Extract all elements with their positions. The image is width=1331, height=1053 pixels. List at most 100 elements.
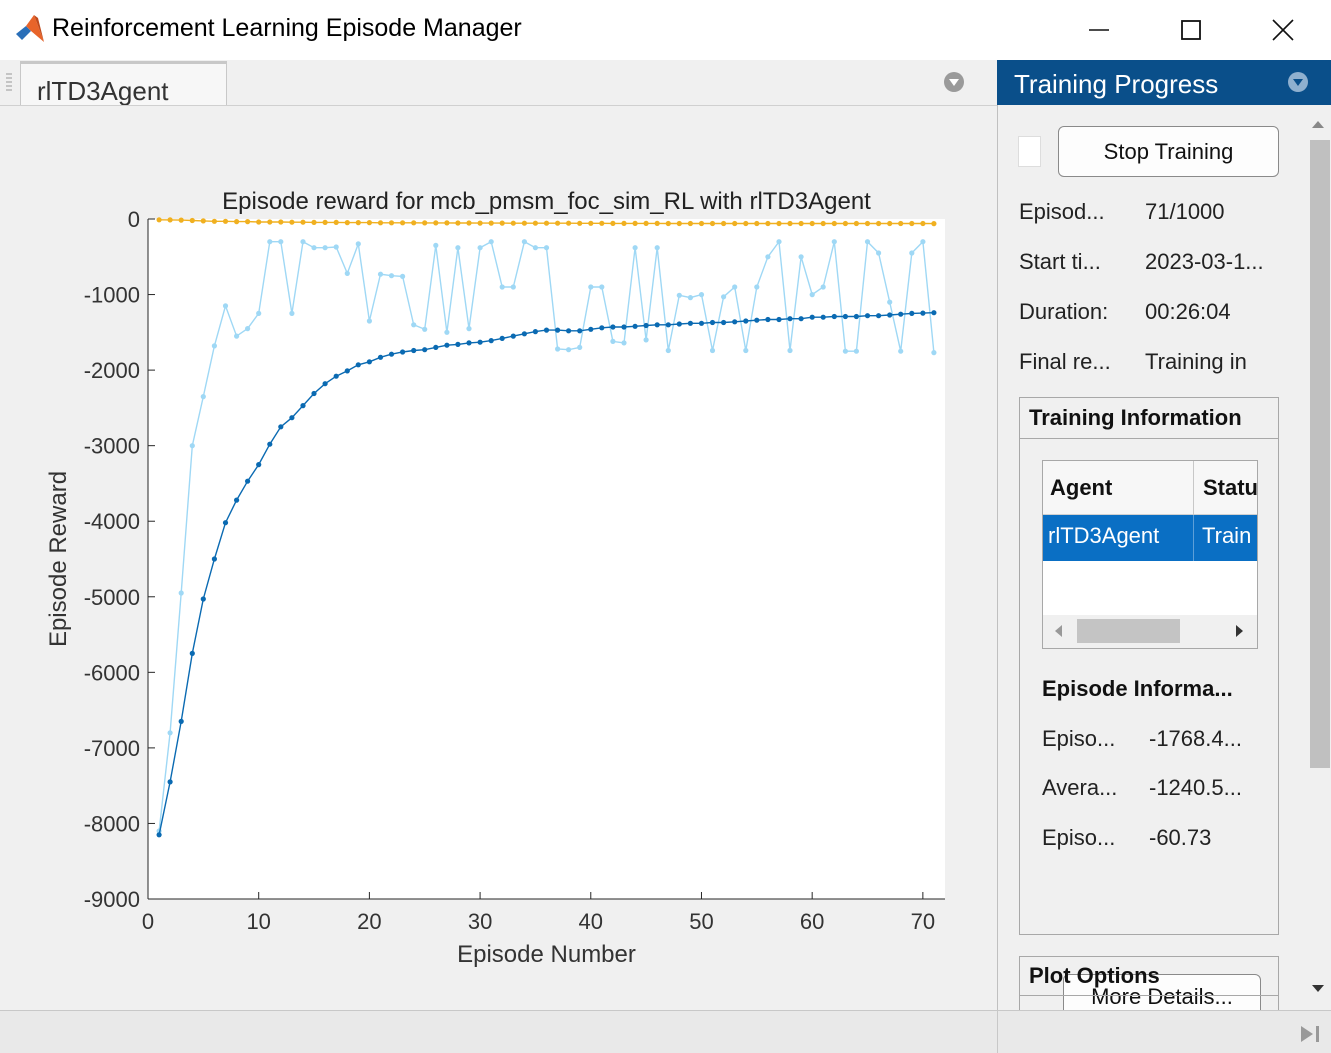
data-point	[721, 319, 727, 326]
data-point	[366, 359, 372, 365]
scroll-right-icon[interactable]	[1233, 623, 1245, 639]
vertical-scrollbar[interactable]	[1304, 105, 1331, 1010]
data-point	[422, 326, 428, 332]
episode-reward-chart: 0 10 20 30 40 50 60 70 0 -1000 -2000 -3000 -4000 -500…	[45, 188, 945, 968]
y-tick-label: -7000	[84, 736, 140, 761]
data-point	[909, 250, 915, 256]
data-point	[344, 220, 350, 226]
data-point	[189, 650, 195, 657]
x-tick-label: 30	[468, 909, 492, 934]
data-point	[211, 556, 217, 562]
data-point	[234, 219, 240, 225]
data-point	[543, 220, 550, 226]
data-point	[178, 718, 184, 725]
data-point	[787, 316, 793, 322]
data-point	[422, 347, 428, 353]
scrollbar-thumb[interactable]	[1077, 619, 1180, 643]
data-point	[510, 284, 516, 290]
data-point	[920, 220, 926, 227]
data-point	[499, 284, 505, 290]
data-point	[676, 292, 682, 298]
x-tick-label: 60	[800, 909, 824, 934]
data-point	[654, 322, 660, 328]
x-tick-label: 10	[246, 909, 270, 934]
data-point	[732, 284, 738, 290]
window-title: Reinforcement Learning Episode Manager	[52, 14, 522, 42]
data-point	[743, 318, 749, 324]
data-point	[577, 328, 583, 334]
data-point	[687, 220, 694, 227]
panel-menu-icon[interactable]	[1287, 71, 1309, 93]
data-point	[898, 220, 904, 227]
data-point	[588, 326, 594, 332]
data-point	[588, 220, 594, 226]
maximize-icon	[1181, 20, 1201, 40]
column-header-status[interactable]: Statu	[1203, 475, 1257, 501]
episode-count-value: 71/1000	[1145, 199, 1225, 224]
data-point	[311, 219, 317, 225]
data-point	[543, 327, 550, 333]
data-point	[698, 292, 705, 298]
data-point	[909, 310, 915, 316]
data-point	[333, 219, 339, 225]
data-point	[488, 239, 494, 245]
tab-rltd3agent[interactable]: rlTD3Agent	[20, 61, 227, 106]
scrollbar-thumb[interactable]	[1310, 140, 1330, 768]
data-point	[521, 331, 528, 337]
data-point	[643, 337, 649, 343]
x-tick-label: 20	[357, 909, 381, 934]
data-point	[721, 294, 727, 300]
data-point	[687, 320, 694, 326]
training-progress-panel: Stop Training Episod... 71/1000 Start ti…	[997, 105, 1331, 1019]
duration-value: 00:26:04	[1145, 299, 1231, 324]
y-tick-label: -3000	[84, 434, 140, 459]
data-point	[665, 347, 671, 354]
column-header-agent[interactable]: Agent	[1050, 475, 1112, 501]
data-point	[610, 220, 616, 226]
info-label: Start ti...	[1019, 249, 1101, 274]
data-point	[344, 270, 350, 276]
scroll-left-icon[interactable]	[1053, 623, 1065, 639]
y-tick-label: -2000	[84, 358, 140, 383]
close-button[interactable]	[1237, 0, 1329, 60]
agent-status-cell: Train	[1202, 523, 1252, 548]
maximize-button[interactable]	[1145, 0, 1237, 60]
data-point	[267, 239, 273, 245]
scroll-down-icon[interactable]	[1311, 983, 1325, 995]
data-point	[444, 220, 450, 226]
data-point	[289, 415, 295, 421]
final-result-value: Training in	[1145, 349, 1247, 374]
info-label: Episo...	[1042, 825, 1116, 850]
data-point	[543, 245, 550, 251]
data-point	[311, 245, 317, 251]
x-tick-label: 50	[689, 909, 713, 934]
drag-handle-icon[interactable]	[5, 72, 13, 94]
data-point	[466, 340, 472, 346]
title-bar: Reinforcement Learning Episode Manager	[0, 0, 1331, 60]
data-point	[444, 329, 450, 335]
data-point	[256, 462, 262, 468]
stop-training-button[interactable]: Stop Training	[1058, 126, 1279, 177]
data-point	[776, 316, 782, 323]
data-point	[355, 220, 361, 226]
data-point	[621, 220, 627, 226]
data-point	[798, 220, 804, 227]
close-icon	[1272, 19, 1294, 41]
data-point	[864, 313, 871, 319]
matlab-logo-icon	[16, 15, 44, 42]
data-point	[366, 220, 372, 226]
data-point	[732, 220, 738, 227]
minimize-button[interactable]	[1053, 0, 1145, 60]
tab-menu-icon[interactable]	[943, 71, 965, 93]
data-point	[566, 347, 572, 353]
data-point	[898, 311, 904, 317]
collapse-panel-icon[interactable]	[1298, 1023, 1322, 1045]
agent-table: Agent Statu rlTD3Agent Train	[1042, 460, 1258, 649]
data-point	[809, 314, 815, 320]
data-point	[222, 303, 229, 309]
data-point	[577, 220, 583, 226]
scroll-up-icon[interactable]	[1311, 118, 1325, 130]
x-tick-label: 40	[579, 909, 603, 934]
data-point	[189, 217, 195, 224]
agent-name-cell: rlTD3Agent	[1048, 523, 1160, 548]
